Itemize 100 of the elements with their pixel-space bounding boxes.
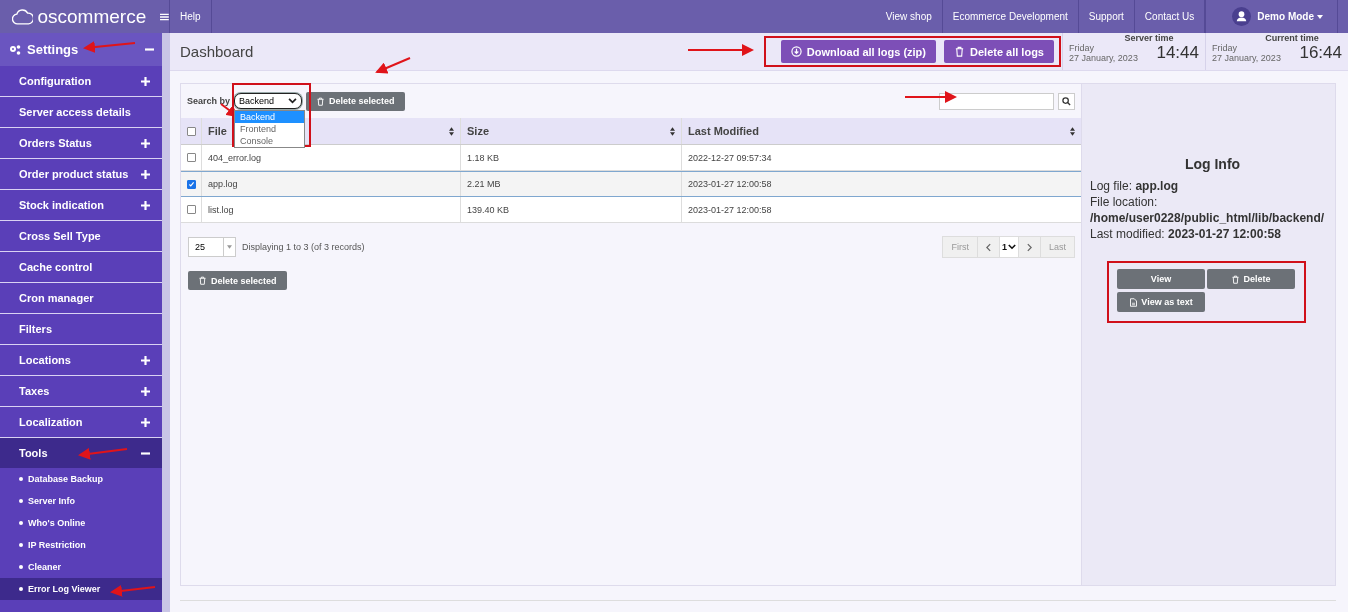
plus-icon[interactable] <box>141 169 150 179</box>
page-title: Dashboard <box>179 43 254 60</box>
row-checkbox[interactable] <box>186 179 196 189</box>
annotation-arrow <box>110 584 156 597</box>
annotation-arrow <box>78 447 128 460</box>
log-action-button[interactable]: Delete <box>1207 269 1295 289</box>
sort-arrows-icon[interactable] <box>670 126 675 136</box>
table-row[interactable]: list.log 139.40 KB 2023-01-27 12:00:58 <box>181 197 1081 223</box>
select-all-checkbox[interactable] <box>186 126 196 136</box>
sidebar-item[interactable]: Locations <box>19 354 71 366</box>
bullet-icon <box>19 521 23 525</box>
plus-icon[interactable] <box>141 138 150 148</box>
sidebar-item[interactable]: Cross Sell Type <box>19 230 101 242</box>
dropdown-option[interactable]: Console <box>235 135 305 147</box>
sidebar-section-header[interactable]: Settings <box>0 33 162 66</box>
plus-icon[interactable] <box>141 386 150 396</box>
table-cell: 404_error.log <box>208 152 262 163</box>
clock-time: 16:44 <box>1299 43 1342 63</box>
table-cell: app.log <box>208 179 238 189</box>
column-header[interactable]: Size <box>467 125 489 137</box>
caret-icon <box>227 245 232 249</box>
sidebar-item[interactable]: Configuration <box>19 75 92 87</box>
section-title: Settings <box>27 42 79 57</box>
sidebar-subitem[interactable]: Database Backup <box>28 474 104 484</box>
sidebar-subitem[interactable]: Who's Online <box>28 518 86 528</box>
sidebar-item[interactable]: Tools <box>19 447 48 459</box>
table-row[interactable]: 404_error.log 1.18 KB 2022-12-27 09:57:34 <box>181 145 1081 171</box>
table-row[interactable]: app.log 2.21 MB 2023-01-27 12:00:58 <box>181 171 1081 197</box>
sidebar-item[interactable]: Cache control <box>19 261 93 273</box>
header-button[interactable]: Download all logs (zip) <box>780 40 936 63</box>
records-info: Displaying 1 to 3 (of 3 records) <box>242 242 365 252</box>
minus-icon[interactable] <box>145 45 154 54</box>
clock-day: Friday <box>1212 43 1281 53</box>
user-menu[interactable]: Demo Mode <box>1257 11 1323 22</box>
annotation-arrow <box>687 44 754 56</box>
table-cell: 2023-01-27 12:00:58 <box>688 179 772 189</box>
table-cell: 139.40 KB <box>467 204 510 215</box>
clock-time: 14:44 <box>1156 43 1199 63</box>
chevron-icon <box>1008 244 1016 250</box>
annotation-arrow <box>375 57 411 74</box>
clock-title: Current time <box>1264 33 1320 43</box>
search-icon <box>1062 96 1071 106</box>
plus-icon[interactable] <box>141 76 150 86</box>
trash-icon <box>954 46 965 57</box>
delete-selected-button[interactable]: Delete selected <box>306 91 405 111</box>
clock-title: Server time <box>1123 33 1175 43</box>
column-header[interactable]: Last Modified <box>688 125 759 137</box>
annotation-arrow <box>904 91 957 103</box>
sidebar-subitem[interactable]: Cleaner <box>28 562 62 572</box>
caret-icon <box>1317 14 1323 19</box>
chevron-icon <box>288 98 298 104</box>
trash-icon <box>316 96 326 106</box>
sidebar-item[interactable]: Stock indication <box>19 199 104 211</box>
page-number-select[interactable]: 1 <box>998 236 1019 258</box>
log-info-title: Log Info <box>1183 156 1242 172</box>
table-cell: 2023-01-27 12:00:58 <box>688 204 772 215</box>
table-cell: list.log <box>208 204 234 215</box>
user-avatar-icon <box>1232 7 1252 26</box>
prev-page-button[interactable] <box>976 236 1000 258</box>
plus-icon[interactable] <box>141 200 150 210</box>
log-type-select[interactable]: Backend <box>234 93 303 109</box>
delete-selected-button[interactable]: Delete selected <box>188 271 287 290</box>
log-info-line: /home/user0228/public_html/lib/backend/ <box>1090 210 1326 226</box>
page-size-select[interactable]: 25 <box>188 237 236 257</box>
sidebar-item[interactable]: Server access details <box>19 106 131 118</box>
search-field[interactable] <box>939 92 1054 110</box>
bullet-icon <box>19 499 23 503</box>
sidebar-item[interactable]: Localization <box>19 416 83 428</box>
sidebar-item[interactable]: Orders Status <box>19 137 92 149</box>
plus-icon[interactable] <box>141 355 150 365</box>
row-checkbox[interactable] <box>186 153 196 162</box>
log-info-line: File location: <box>1090 194 1159 210</box>
bullet-icon <box>19 587 23 591</box>
chevron-left-icon <box>985 242 991 252</box>
trash-icon <box>198 276 207 285</box>
bullet-icon <box>19 565 23 569</box>
sidebar-item[interactable]: Taxes <box>19 385 50 397</box>
search-button[interactable] <box>1058 92 1075 110</box>
next-page-button[interactable] <box>1018 236 1041 258</box>
sidebar-subitem[interactable]: Server Info <box>28 496 76 506</box>
menu-icon[interactable] <box>160 12 169 21</box>
sort-arrows-icon[interactable] <box>1070 126 1075 136</box>
plus-icon[interactable] <box>141 417 150 427</box>
row-checkbox[interactable] <box>186 205 196 214</box>
log-action-button[interactable]: View as text <box>1117 292 1205 312</box>
column-header[interactable]: File <box>208 125 227 137</box>
bullet-icon <box>19 543 23 547</box>
table-cell: 2.21 MB <box>467 179 501 189</box>
header-button[interactable]: Delete all logs <box>944 40 1054 63</box>
sort-arrows-icon[interactable] <box>449 126 454 136</box>
gears-icon <box>9 43 21 56</box>
sidebar-item[interactable]: Order product status <box>19 168 129 180</box>
chevron-right-icon <box>1027 242 1032 252</box>
log-action-button[interactable]: View <box>1117 269 1205 289</box>
sidebar-item[interactable]: Filters <box>19 323 52 335</box>
dropdown-option[interactable]: Frontend <box>235 123 305 135</box>
clock-date: 27 January, 2023 <box>1212 53 1281 63</box>
sidebar-item[interactable]: Cron manager <box>19 292 94 304</box>
sidebar-subitem[interactable]: IP Restriction <box>28 540 86 550</box>
cloud-logo-icon <box>12 6 34 27</box>
